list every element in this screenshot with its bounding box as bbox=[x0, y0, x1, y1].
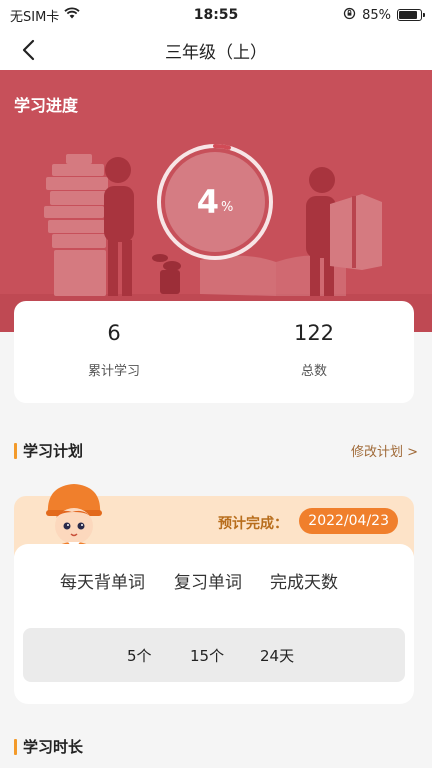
progress-value: 4 bbox=[196, 183, 219, 221]
plan-section-title: 学习计划 bbox=[14, 440, 83, 461]
progress-hero: 学习进度 4 % bbox=[0, 70, 432, 332]
plan-value-review: 15个 bbox=[190, 647, 225, 665]
battery-percent: 85% bbox=[362, 7, 391, 23]
back-button[interactable] bbox=[12, 34, 44, 66]
duration-section-title: 学习时长 bbox=[14, 736, 83, 757]
chevron-left-icon bbox=[22, 39, 35, 61]
nav-bar: 三年级（上） bbox=[0, 30, 432, 70]
estimate-label: 预计完成： bbox=[218, 516, 288, 532]
status-time: 18:55 bbox=[193, 7, 239, 23]
plan-value-daily: 5个 bbox=[127, 647, 152, 665]
plan-header-days: 完成天数 bbox=[270, 573, 338, 593]
status-bar: 无SIM卡 18:55 85% bbox=[0, 0, 432, 30]
orientation-lock-icon bbox=[343, 7, 356, 24]
plan-header-review: 复习单词 bbox=[174, 573, 242, 593]
progress-unit: % bbox=[220, 199, 234, 215]
stat-studied-label: 累计学习 bbox=[87, 364, 140, 379]
edit-plan-link[interactable]: 修改计划 > bbox=[351, 441, 418, 460]
boy-mascot-avatar bbox=[46, 484, 102, 554]
stat-total: 122 总数 bbox=[214, 301, 414, 403]
estimate-date-badge: 2022/04/23 bbox=[299, 508, 398, 534]
wifi-icon bbox=[64, 7, 80, 23]
stat-studied: 6 累计学习 bbox=[14, 301, 214, 403]
progress-section-title: 学习进度 bbox=[14, 96, 79, 115]
stats-card: 6 累计学习 122 总数 bbox=[14, 301, 414, 403]
plan-title-text: 学习计划 bbox=[23, 442, 84, 460]
duration-section-header: 学习时长 bbox=[14, 736, 418, 757]
plan-header-daily: 每天背单词 bbox=[60, 573, 145, 593]
page-title: 三年级（上） bbox=[165, 42, 267, 63]
plan-value-days: 24天 bbox=[260, 647, 295, 665]
plan-section-header: 学习计划 修改计划 > bbox=[14, 440, 418, 461]
section-accent-bar bbox=[14, 738, 17, 755]
stat-total-label: 总数 bbox=[300, 364, 327, 379]
plan-card: 预计完成： 2022/04/23 每天背单词 复习单词 完成天数 5个 15个 … bbox=[14, 484, 414, 704]
battery-icon bbox=[397, 9, 425, 21]
status-right: 85% bbox=[343, 7, 425, 24]
progress-percent: 4 % bbox=[151, 138, 279, 266]
section-accent-bar bbox=[14, 442, 17, 459]
plan-headers: 每天背单词 复习单词 完成天数 bbox=[60, 568, 338, 593]
carrier-text: 无SIM卡 bbox=[10, 9, 60, 25]
status-left: 无SIM卡 bbox=[10, 6, 80, 25]
plan-values-row: 5个 15个 24天 bbox=[23, 628, 405, 682]
stat-total-value: 122 bbox=[293, 321, 335, 345]
stat-studied-value: 6 bbox=[107, 321, 121, 345]
plan-card-body: 每天背单词 复习单词 完成天数 5个 15个 24天 bbox=[14, 544, 414, 704]
duration-title-text: 学习时长 bbox=[23, 738, 84, 756]
